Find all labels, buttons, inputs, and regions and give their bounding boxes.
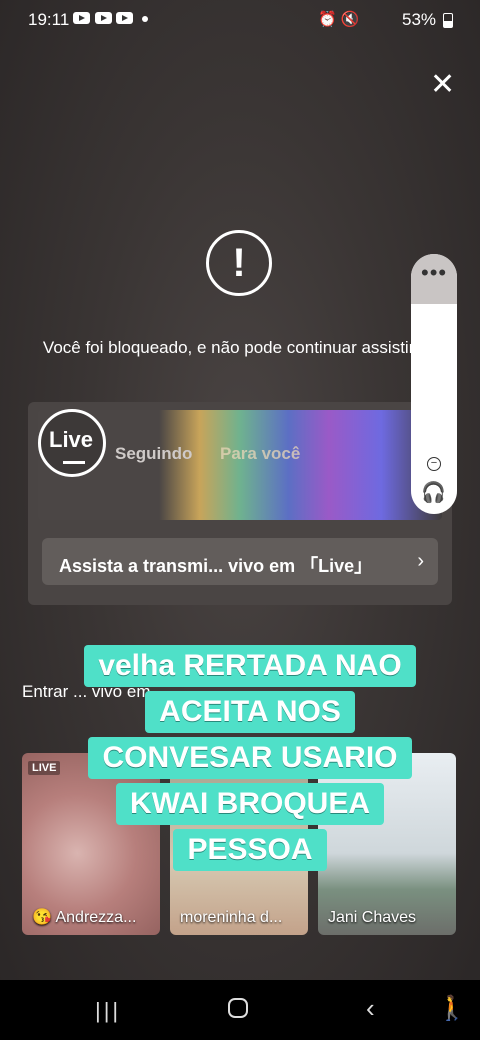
earbuds-icon[interactable]: 🎧 <box>421 480 446 505</box>
volume-more-button[interactable]: ••• <box>411 254 457 304</box>
close-icon[interactable]: ✕ <box>430 70 455 100</box>
battery-icon <box>443 13 453 28</box>
battery-percentage: 53% <box>402 10 437 29</box>
clock: 19:11 <box>28 10 70 29</box>
system-status-icons: ⏰🔇 <box>318 11 364 28</box>
volume-down-icon[interactable]: − <box>427 457 441 471</box>
youtube-notification-icon <box>116 12 133 24</box>
volume-panel[interactable]: ••• − 🎧 <box>411 254 457 514</box>
watch-live-label: Assista a transmi... vivo em 「Live」 <box>59 556 373 576</box>
more-notifications-icon <box>142 16 148 22</box>
streamer-name: 😘 Andrezza... <box>32 909 137 926</box>
tab-following[interactable]: Seguindo <box>115 444 192 464</box>
recent-apps-icon[interactable]: ||| <box>95 998 121 1024</box>
live-logo: Live <box>38 409 106 477</box>
exclamation-icon: ! <box>206 230 272 296</box>
back-icon[interactable]: ‹ <box>366 993 375 1024</box>
accessibility-icon[interactable]: 🚶 <box>437 994 467 1023</box>
youtube-notification-icon <box>95 12 112 24</box>
home-icon[interactable] <box>228 998 248 1018</box>
youtube-notification-icon <box>73 12 90 24</box>
live-logo-underline <box>63 461 85 464</box>
status-bar: 19:11 ⏰🔇 53% <box>0 0 480 40</box>
caption-line: CONVESAR USARIO <box>88 737 412 779</box>
caption-line: PESSOA <box>173 829 327 871</box>
live-badge: LIVE <box>28 761 61 775</box>
blocked-message: Você foi bloqueado, e não pode continuar… <box>42 338 438 357</box>
tab-for-you[interactable]: Para você <box>220 444 300 464</box>
watch-live-button[interactable]: Assista a transmi... vivo em 「Live」 › <box>42 538 438 585</box>
live-logo-text: Live <box>49 427 94 452</box>
more-icon: ••• <box>421 260 448 285</box>
chevron-right-icon: › <box>417 550 424 572</box>
caption-line: ACEITA NOS <box>145 691 355 733</box>
live-promo-card[interactable]: Live Seguindo Para você Assista a transm… <box>28 402 452 605</box>
overlay-caption: velha RERTADA NAO ACEITA NOS CONVESAR US… <box>70 645 430 875</box>
streamer-name: Jani Chaves <box>328 909 417 926</box>
navigation-bar: ||| ‹ 🚶 <box>0 980 480 1040</box>
streamer-name: moreninha d... <box>180 909 283 926</box>
caption-line: KWAI BROQUEA <box>116 783 384 825</box>
live-banner[interactable]: Live Seguindo Para você <box>38 409 442 520</box>
caption-line: velha RERTADA NAO <box>84 645 416 687</box>
